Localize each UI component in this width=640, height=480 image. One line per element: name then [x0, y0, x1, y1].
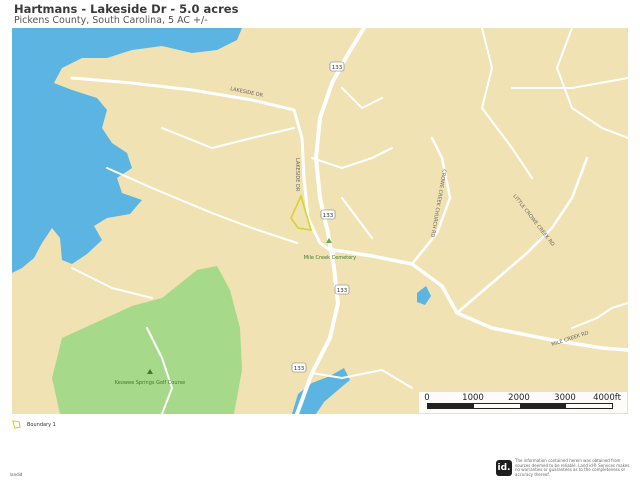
- scale-tick-0: 0: [424, 393, 430, 403]
- scale-tick-4000: 4000ft: [593, 393, 621, 403]
- svg-text:Mile Creek Cemetery: Mile Creek Cemetery: [304, 255, 356, 261]
- svg-text:133: 133: [337, 288, 348, 294]
- scale-tick-1000: 1000: [462, 393, 484, 403]
- scale-seg-3: [520, 404, 566, 408]
- route-shield-4: 133: [291, 362, 307, 373]
- disclaimer-text: The information contained herein was obt…: [515, 458, 630, 477]
- svg-text:133: 133: [332, 65, 343, 71]
- footer-attribution: landid: [10, 472, 23, 477]
- svg-text:133: 133: [294, 366, 305, 372]
- landid-logo: id.: [496, 460, 512, 476]
- map-subtitle: Pickens County, South Carolina, 5 AC +/-: [14, 15, 208, 26]
- svg-text:133: 133: [323, 213, 334, 219]
- map-svg[interactable]: 133 133 133 133 LAKESIDE DR LAKESIDE DR …: [12, 28, 628, 414]
- route-shield-3: 133: [334, 284, 350, 295]
- scale-tick-3000: 3000: [554, 393, 576, 403]
- route-shield-1: 133: [329, 61, 345, 72]
- legend-label: Boundary 1: [27, 421, 56, 428]
- scale-bar-graphic: [427, 403, 613, 409]
- svg-text:Keowee Springs Golf Course: Keowee Springs Golf Course: [115, 380, 185, 386]
- map-title: Hartmans - Lakeside Dr - 5.0 acres: [14, 2, 239, 16]
- road-label-lakeside-north: LAKESIDE DR: [294, 158, 300, 192]
- route-shield-2: 133: [320, 209, 336, 220]
- scale-bar: 0 1000 2000 3000 4000ft: [419, 392, 627, 413]
- legend: Boundary 1: [12, 420, 56, 429]
- boundary-legend-icon: [12, 420, 21, 429]
- scale-tick-2000: 2000: [508, 393, 530, 403]
- scale-seg-1: [428, 404, 474, 408]
- map-canvas[interactable]: 133 133 133 133 LAKESIDE DR LAKESIDE DR …: [12, 28, 628, 414]
